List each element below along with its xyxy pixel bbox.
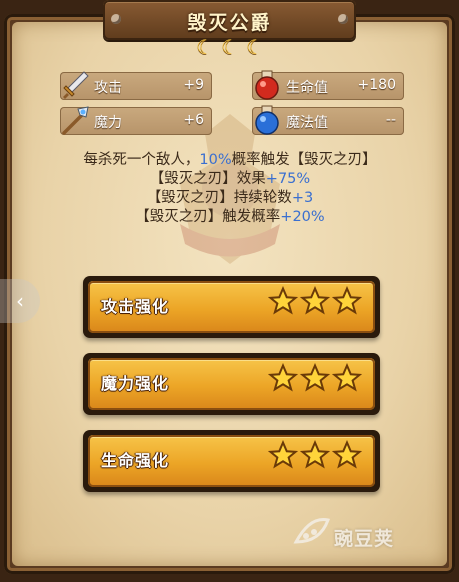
- sword-icon: [63, 71, 89, 99]
- hp-upgrade-button[interactable]: 生命强化: [83, 430, 380, 492]
- star-rating: [268, 363, 362, 395]
- stat-value: +9: [183, 77, 204, 93]
- stat-value: +6: [183, 112, 204, 128]
- watermark: 豌豆荚: [290, 508, 440, 558]
- staff-icon: [62, 106, 89, 135]
- stat-value: --: [385, 112, 396, 128]
- description-line: 【毁灭之刃】触发概率+20%: [135, 209, 325, 225]
- rank-moons: ☾ ☾ ☾: [196, 35, 264, 60]
- watermark-text: 豌豆荚: [334, 528, 395, 550]
- red-potion-icon: [255, 70, 279, 100]
- description-line: 【毁灭之刃】效果+75%: [149, 171, 311, 187]
- star-icon: [300, 286, 330, 315]
- stat-label: 生命值: [286, 80, 328, 96]
- star-icon: [332, 286, 362, 315]
- stat-mana: 魔法值 --: [252, 105, 404, 135]
- moon-icon: ☾: [246, 35, 264, 59]
- chevron-left-icon: ‹: [16, 289, 24, 313]
- description-line: 【毁灭之刃】持续轮数+3: [146, 190, 314, 206]
- attack-upgrade-button[interactable]: 攻击强化: [83, 276, 380, 338]
- star-icon: [332, 440, 362, 469]
- button-label: 攻击强化: [101, 297, 170, 316]
- moon-icon: ☾: [196, 35, 214, 59]
- blue-potion-icon: [255, 105, 279, 135]
- stat-label: 魔法值: [286, 115, 328, 131]
- stat-magic: 魔力 +6: [60, 106, 212, 135]
- pea-logo-icon: [293, 517, 330, 544]
- stat-attack: 攻击 +9: [60, 71, 212, 100]
- button-label: 生命强化: [101, 451, 170, 470]
- moon-icon: ☾: [221, 35, 239, 59]
- magic-upgrade-button[interactable]: 魔力强化: [83, 353, 380, 415]
- star-icon: [332, 363, 362, 392]
- star-icon: [268, 363, 298, 392]
- star-icon: [268, 440, 298, 469]
- page-title: 毁灭公爵: [187, 12, 272, 34]
- stat-label: 魔力: [94, 115, 122, 131]
- star-icon: [300, 440, 330, 469]
- stat-value: +180: [357, 77, 396, 93]
- stat-hp: 生命值 +180: [252, 70, 404, 100]
- star-rating: [268, 440, 362, 472]
- button-label: 魔力强化: [101, 374, 170, 393]
- description-line: 每杀死一个敌人，10%概率触发【毁灭之刃】: [83, 152, 377, 168]
- stat-label: 攻击: [94, 80, 122, 96]
- star-icon: [300, 363, 330, 392]
- star-rating: [268, 286, 362, 318]
- star-icon: [268, 286, 298, 315]
